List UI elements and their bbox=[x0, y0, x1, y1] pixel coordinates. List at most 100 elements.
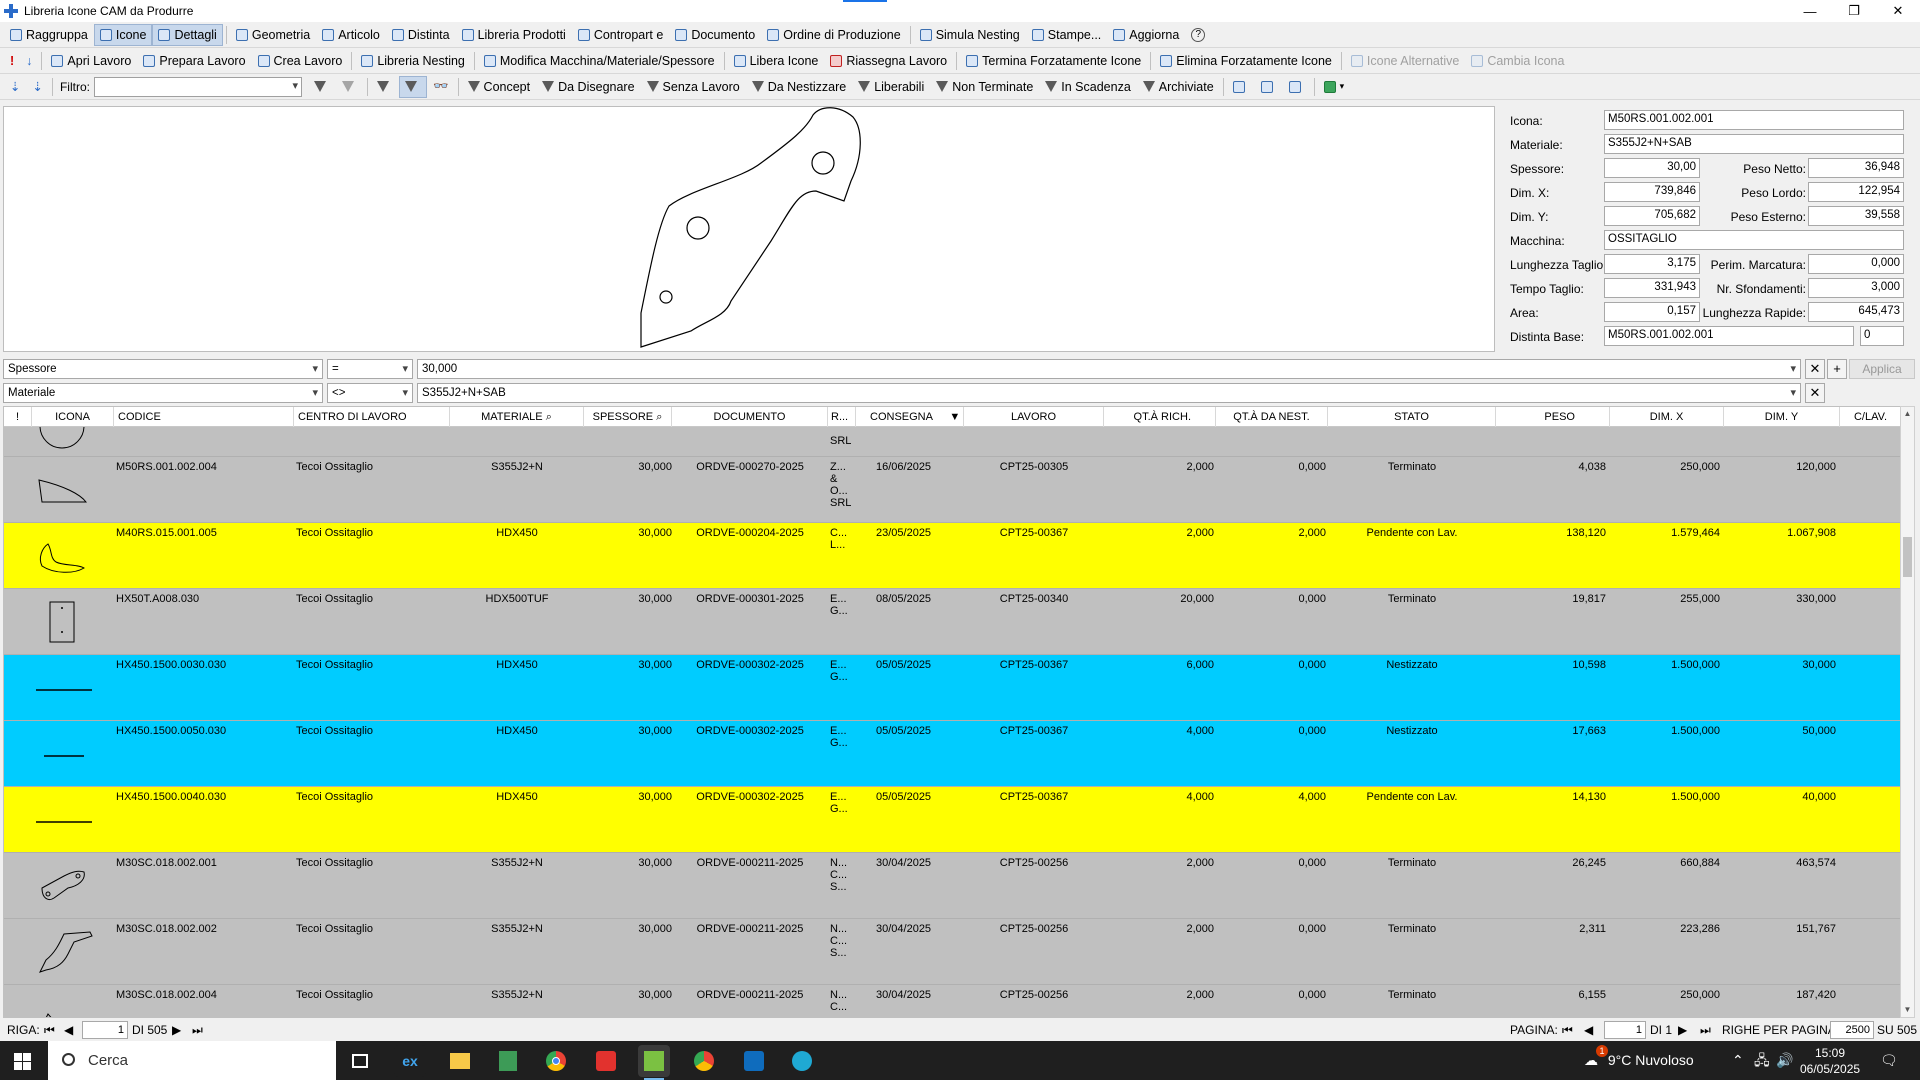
next-page-icon[interactable]: ▶ bbox=[1678, 1023, 1687, 1037]
elimina-forzatamente-button[interactable]: Elimina Forzatamente Icone bbox=[1154, 50, 1338, 72]
table-row[interactable]: HX50T.A008.030 Tecoi Ossitaglio HDX500TUF 3… bbox=[4, 589, 1900, 655]
clock[interactable]: 15:09 06/05/2025 bbox=[1800, 1041, 1860, 1080]
condition-value-input[interactable]: 30,000 bbox=[417, 359, 1801, 379]
binoculars-button[interactable]: 👓 bbox=[427, 76, 455, 98]
chrome-icon[interactable] bbox=[540, 1045, 572, 1077]
peso-lordo-field[interactable]: 122,954 bbox=[1808, 182, 1904, 202]
priority-flag-button[interactable]: ! bbox=[4, 50, 20, 72]
dettagli-button[interactable]: Dettagli bbox=[152, 23, 223, 46]
table-row[interactable]: M50RS.001.002.004 Tecoi Ossitaglio S355J2+… bbox=[4, 457, 1900, 523]
libreria-nesting-button[interactable]: Libreria Nesting bbox=[355, 50, 471, 72]
peso-netto-field[interactable]: 36,948 bbox=[1808, 158, 1904, 178]
condition-value-input[interactable]: S355J2+N+SAB bbox=[417, 383, 1801, 403]
apply-button[interactable]: Applica bbox=[1849, 359, 1915, 379]
table-row[interactable]: HX450.1500.0040.030 Tecoi Ossitaglio HDX45… bbox=[4, 787, 1900, 853]
task-view-icon[interactable] bbox=[344, 1045, 376, 1077]
sort-asc-button[interactable]: ⇣ bbox=[4, 76, 26, 98]
minimize-button[interactable]: — bbox=[1788, 0, 1832, 22]
termina-forzatamente-button[interactable]: Termina Forzatamente Icone bbox=[960, 50, 1147, 72]
col-flag-header[interactable]: ! bbox=[4, 407, 32, 427]
raggruppa-button[interactable]: Raggruppa bbox=[4, 24, 94, 46]
scroll-up-icon[interactable]: ▲ bbox=[1901, 407, 1914, 421]
dimx-field[interactable]: 739,846 bbox=[1604, 182, 1700, 202]
grid-vertical-scrollbar[interactable]: ▲ ▼ bbox=[1900, 406, 1915, 1018]
app-active-icon[interactable] bbox=[638, 1045, 670, 1080]
col-dimy-header[interactable]: DIM. Y bbox=[1724, 407, 1840, 427]
condition-operator-select[interactable]: = bbox=[327, 359, 413, 379]
perim-marcatura-field[interactable]: 0,000 bbox=[1808, 254, 1904, 274]
help-button[interactable]: ? bbox=[1185, 24, 1211, 46]
table-row[interactable]: SRL bbox=[4, 427, 1900, 457]
next-row-icon[interactable]: ▶ bbox=[172, 1023, 181, 1037]
col-r-header[interactable]: R... bbox=[828, 407, 856, 427]
riga-input[interactable]: 1 bbox=[82, 1021, 128, 1039]
start-button[interactable] bbox=[14, 1053, 31, 1070]
first-row-icon[interactable]: ⏮ bbox=[44, 1023, 55, 1038]
export-excel-button[interactable]: ▾ bbox=[1318, 76, 1351, 98]
icone-alternative-button[interactable]: Icone Alternative bbox=[1345, 50, 1465, 72]
remove-condition-button[interactable]: ✕ bbox=[1805, 359, 1825, 379]
pagina-input[interactable]: 1 bbox=[1604, 1021, 1646, 1039]
stampe-dropdown[interactable]: Stampe... bbox=[1026, 24, 1108, 46]
col-clav-header[interactable]: C/LAV. bbox=[1840, 407, 1900, 427]
col-consegna-header[interactable]: CONSEGNA ▼ bbox=[856, 407, 964, 427]
macchina-field[interactable]: OSSITAGLIO bbox=[1604, 230, 1904, 250]
icona-field[interactable]: M50RS.001.002.001 bbox=[1604, 110, 1904, 130]
taskbar-search-box[interactable]: Cerca bbox=[48, 1041, 336, 1080]
filter-clear-button[interactable] bbox=[336, 76, 364, 98]
table-view-button[interactable] bbox=[1255, 76, 1283, 98]
condition-field-select[interactable]: Materiale bbox=[3, 383, 323, 403]
articolo-button[interactable]: Articolo bbox=[316, 24, 386, 46]
documento-button[interactable]: Documento bbox=[669, 24, 761, 46]
col-codice-header[interactable]: CODICE bbox=[114, 407, 294, 427]
filter-active-button[interactable] bbox=[398, 75, 427, 98]
maximize-button[interactable]: ❐ bbox=[1832, 0, 1876, 22]
concept-filter-button[interactable]: Concept bbox=[462, 76, 537, 98]
outlook-icon[interactable] bbox=[738, 1045, 770, 1077]
table-row[interactable]: HX450.1500.0030.030 Tecoi Ossitaglio HDX45… bbox=[4, 655, 1900, 721]
col-qt-rich-header[interactable]: QT.À RICH. bbox=[1104, 407, 1216, 427]
distinta-button[interactable]: Distinta bbox=[386, 24, 456, 46]
prev-row-icon[interactable]: ◀ bbox=[64, 1023, 73, 1037]
nr-sfondamenti-field[interactable]: 3,000 bbox=[1808, 278, 1904, 298]
scroll-down-icon[interactable]: ▼ bbox=[1901, 1003, 1914, 1017]
lunghezza-rapide-field[interactable]: 645,473 bbox=[1808, 302, 1904, 322]
sort-desc-button[interactable]: ⇣ bbox=[26, 76, 48, 98]
condition-operator-select[interactable]: <> bbox=[327, 383, 413, 403]
col-qt-nest-header[interactable]: QT.À DA NEST. bbox=[1216, 407, 1328, 427]
riassegna-lavoro-button[interactable]: Riassegna Lavoro bbox=[824, 50, 953, 72]
edge-icon[interactable] bbox=[786, 1045, 818, 1077]
geometria-button[interactable]: Geometria bbox=[230, 24, 316, 46]
senza-lavoro-filter-button[interactable]: Senza Lavoro bbox=[641, 76, 746, 98]
lunghezza-taglio-field[interactable]: 3,175 bbox=[1604, 254, 1700, 274]
distinta-base-field[interactable]: M50RS.001.002.001 bbox=[1604, 326, 1854, 346]
icone-button[interactable]: Icone bbox=[93, 23, 153, 46]
area-field[interactable]: 0,157 bbox=[1604, 302, 1700, 322]
grid-view-button[interactable] bbox=[1227, 76, 1255, 98]
da-nestizzare-filter-button[interactable]: Da Nestizzare bbox=[746, 76, 853, 98]
table-row[interactable]: M40RS.015.001.005 Tecoi Ossitaglio HDX450 3… bbox=[4, 523, 1900, 589]
chrome-profile-icon[interactable] bbox=[688, 1045, 720, 1077]
add-condition-button[interactable]: + bbox=[1827, 359, 1847, 379]
last-page-icon[interactable]: ⏭ bbox=[1700, 1023, 1711, 1038]
col-spessore-header[interactable]: SPESSORE ⌕ bbox=[584, 407, 672, 427]
simula-nesting-button[interactable]: Simula Nesting bbox=[914, 24, 1026, 46]
aggiorna-button[interactable]: Aggiorna bbox=[1107, 24, 1185, 46]
sort-down-button[interactable]: ↓ bbox=[20, 50, 38, 72]
table-row[interactable]: M30SC.018.002.004 Tecoi Ossitaglio S355J2+… bbox=[4, 985, 1900, 1017]
spessore-field[interactable]: 30,00 bbox=[1604, 158, 1700, 178]
app-paint-icon[interactable] bbox=[492, 1045, 524, 1077]
last-row-icon[interactable]: ⏭ bbox=[192, 1023, 203, 1038]
filter-apply-button[interactable] bbox=[308, 76, 336, 98]
in-scadenza-filter-button[interactable]: In Scadenza bbox=[1039, 76, 1137, 98]
modifica-macchina-button[interactable]: Modifica Macchina/Materiale/Spessore bbox=[478, 50, 721, 72]
liberabili-filter-button[interactable]: Liberabili bbox=[852, 76, 930, 98]
notifications-icon[interactable]: 🗨 bbox=[1880, 1041, 1898, 1080]
prepara-lavoro-button[interactable]: Prepara Lavoro bbox=[137, 50, 251, 72]
filter-all-button[interactable] bbox=[371, 76, 399, 98]
non-terminate-filter-button[interactable]: Non Terminate bbox=[930, 76, 1039, 98]
cambia-icona-button[interactable]: Cambia Icona bbox=[1465, 50, 1570, 72]
tempo-taglio-field[interactable]: 331,943 bbox=[1604, 278, 1700, 298]
col-peso-header[interactable]: PESO bbox=[1496, 407, 1610, 427]
controparte-button[interactable]: Contropart e bbox=[572, 24, 669, 46]
